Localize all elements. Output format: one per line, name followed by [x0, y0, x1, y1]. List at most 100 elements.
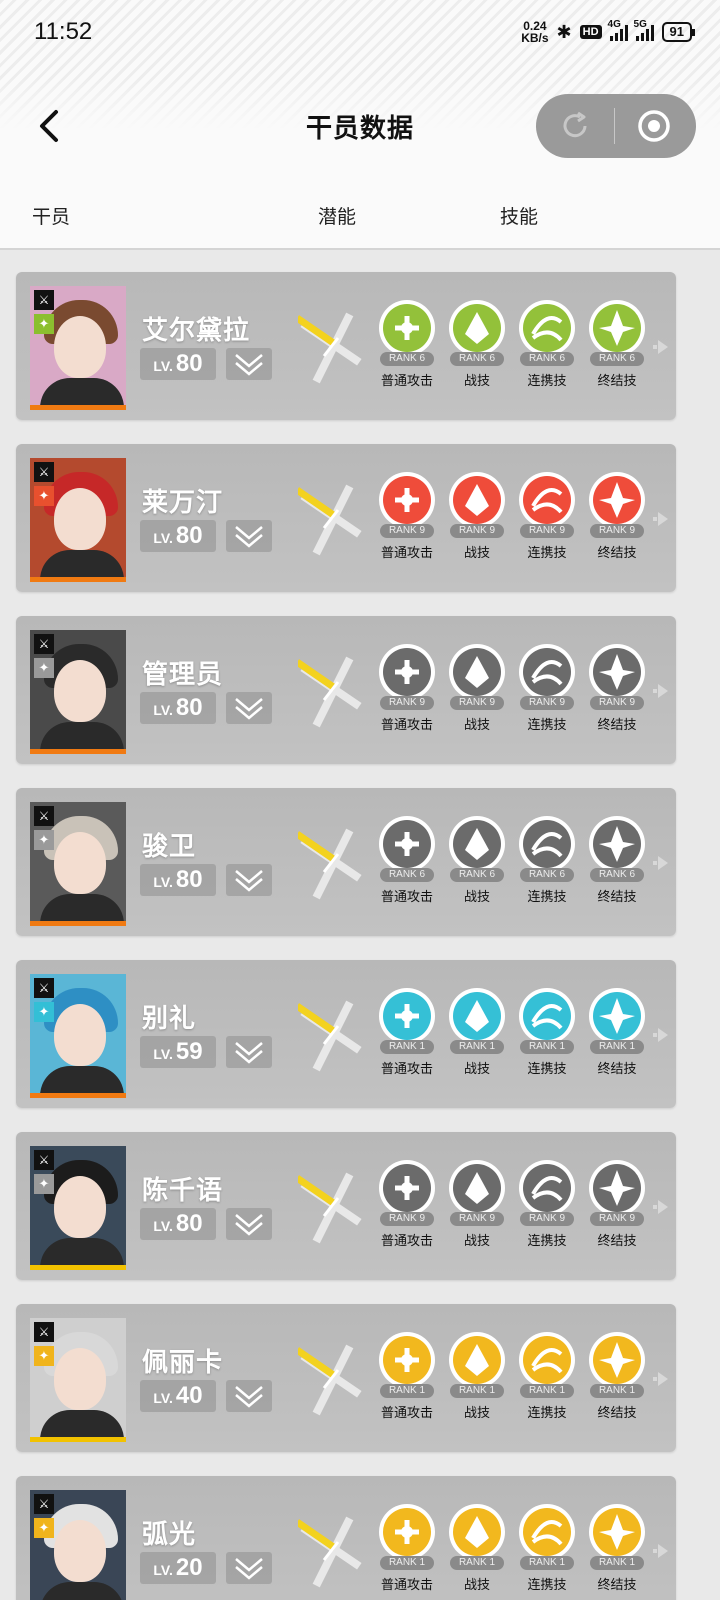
- hd-badge: HD: [579, 25, 602, 39]
- skill-rank: RANK 1: [520, 1556, 574, 1570]
- portrait-body: [40, 1582, 124, 1600]
- skill-badge: [519, 1160, 575, 1216]
- skill-name: 终结技: [597, 1233, 637, 1248]
- skill-rank: RANK 9: [380, 1212, 434, 1226]
- skill-item[interactable]: RANK 1 战技: [448, 1332, 506, 1421]
- expand-arrow-icon[interactable]: [652, 852, 674, 874]
- skill-name: 普通攻击: [380, 1061, 433, 1076]
- skill-name: 战技: [463, 717, 490, 732]
- skill-item[interactable]: RANK 6 普通攻击: [378, 300, 436, 389]
- skill-item[interactable]: RANK 6 终结技: [588, 300, 646, 389]
- refresh-button[interactable]: [536, 94, 614, 158]
- skill-item[interactable]: RANK 1 普通攻击: [378, 1504, 436, 1593]
- skill-icon: [523, 992, 571, 1040]
- skill-item[interactable]: RANK 9 连携技: [518, 472, 576, 561]
- skill-name: 战技: [463, 889, 490, 904]
- skill-rank: RANK 9: [590, 524, 644, 538]
- skill-item[interactable]: RANK 1 战技: [448, 1504, 506, 1593]
- skill-name: 终结技: [597, 1577, 637, 1592]
- skill-badge: [449, 816, 505, 872]
- physical-icon: ✦: [34, 1174, 54, 1194]
- skill-name: 连携技: [527, 1577, 567, 1592]
- skill-item[interactable]: RANK 9 终结技: [588, 644, 646, 733]
- operator-card[interactable]: ⚔ ✦ 佩丽卡 LV. 40 RANK 1 普通攻击 RANK 1 战技 RANK 1 连…: [16, 1304, 676, 1452]
- operator-name: 管理员: [142, 659, 224, 689]
- skill-item[interactable]: RANK 1 连携技: [518, 1504, 576, 1593]
- skill-list: RANK 1 普通攻击 RANK 1 战技 RANK 1 连携技 RANK 1 终结技: [378, 1504, 646, 1593]
- skill-badge: [589, 988, 645, 1044]
- skill-item[interactable]: RANK 6 战技: [448, 816, 506, 905]
- signal-icon: 4G: [608, 19, 628, 41]
- skill-item[interactable]: RANK 1 终结技: [588, 988, 646, 1077]
- skill-item[interactable]: RANK 9 普通攻击: [378, 472, 436, 561]
- skill-badge: [379, 644, 435, 700]
- skill-name: 普通攻击: [380, 717, 433, 732]
- skill-item[interactable]: RANK 6 普通攻击: [378, 816, 436, 905]
- portrait-face: [54, 660, 106, 722]
- portrait-face: [54, 1348, 106, 1410]
- skill-item[interactable]: RANK 1 战技: [448, 988, 506, 1077]
- skill-item[interactable]: RANK 9 战技: [448, 644, 506, 733]
- level-label: LV.: [153, 1218, 173, 1234]
- skill-icon: [453, 820, 501, 868]
- expand-arrow-icon[interactable]: [652, 1196, 674, 1218]
- skill-name: 战技: [463, 545, 490, 560]
- close-miniapp-button[interactable]: [615, 94, 693, 158]
- skill-rank: RANK 9: [520, 1212, 574, 1226]
- expand-arrow-icon[interactable]: [652, 1024, 674, 1046]
- skill-item[interactable]: RANK 9 战技: [448, 1160, 506, 1249]
- net-speed-unit: KB/s: [521, 31, 549, 45]
- operator-card[interactable]: ⚔ ✦ 陈千语 LV. 80 RANK 9 普通攻击 RANK 9 战技 RANK 9 连…: [16, 1132, 676, 1280]
- skill-rank: RANK 1: [380, 1040, 434, 1054]
- skill-item[interactable]: RANK 9 战技: [448, 472, 506, 561]
- skill-item[interactable]: RANK 1 终结技: [588, 1504, 646, 1593]
- vanguard-icon: ⚔: [34, 806, 54, 826]
- level-badge: LV. 80: [140, 864, 216, 896]
- operator-portrait: ⚔ ✦: [30, 1490, 126, 1600]
- skill-list: RANK 9 普通攻击 RANK 9 战技 RANK 9 连携技 RANK 9 终结技: [378, 1160, 646, 1249]
- skill-item[interactable]: RANK 9 连携技: [518, 644, 576, 733]
- operator-card[interactable]: ⚔ ✦ 别礼 LV. 59 RANK 1 普通攻击 RANK 1 战技 RANK 1 连携…: [16, 960, 676, 1108]
- operator-card[interactable]: ⚔ ✦ 管理员 LV. 80 RANK 9 普通攻击 RANK 9 战技 RANK 9 连…: [16, 616, 676, 764]
- skill-badge: [449, 300, 505, 356]
- skill-item[interactable]: RANK 9 连携技: [518, 1160, 576, 1249]
- skill-item[interactable]: RANK 9 普通攻击: [378, 1160, 436, 1249]
- skill-rank: RANK 1: [590, 1384, 644, 1398]
- level-label: LV.: [153, 702, 173, 718]
- skill-badge: [449, 1332, 505, 1388]
- skill-item[interactable]: RANK 1 连携技: [518, 1332, 576, 1421]
- skill-badge: [589, 472, 645, 528]
- level-value: 80: [175, 694, 203, 721]
- skill-item[interactable]: RANK 6 连携技: [518, 816, 576, 905]
- portrait-body: [40, 1410, 124, 1437]
- skill-item[interactable]: RANK 1 普通攻击: [378, 1332, 436, 1421]
- skill-item[interactable]: RANK 6 终结技: [588, 816, 646, 905]
- skill-item[interactable]: RANK 6 连携技: [518, 300, 576, 389]
- skill-item[interactable]: RANK 9 终结技: [588, 472, 646, 561]
- skill-name: 连携技: [527, 1233, 567, 1248]
- skill-name: 普通攻击: [380, 1577, 433, 1592]
- operator-card[interactable]: ⚔ ✦ 骏卫 LV. 80 RANK 6 普通攻击 RANK 6 战技 RANK 6 连携…: [16, 788, 676, 936]
- expand-arrow-icon[interactable]: [652, 336, 674, 358]
- skill-item[interactable]: RANK 9 普通攻击: [378, 644, 436, 733]
- skill-rank: RANK 1: [380, 1556, 434, 1570]
- operator-card[interactable]: ⚔ ✦ 莱万汀 LV. 80 RANK 9 普通攻击 RANK 9 战技 RANK 9 连…: [16, 444, 676, 592]
- expand-arrow-icon[interactable]: [652, 680, 674, 702]
- expand-arrow-icon[interactable]: [652, 1540, 674, 1562]
- status-icons: 0.24 KB/s ✱ HD 4G 5G 91: [521, 19, 696, 45]
- skill-item[interactable]: RANK 6 战技: [448, 300, 506, 389]
- operator-card[interactable]: ⚔ ✦ 艾尔黛拉 LV. 80 RANK 6 普通攻击 RANK 6 战技 RANK 6…: [16, 272, 676, 420]
- skill-item[interactable]: RANK 1 普通攻击: [378, 988, 436, 1077]
- skill-item[interactable]: RANK 1 连携技: [518, 988, 576, 1077]
- expand-arrow-icon[interactable]: [652, 1368, 674, 1390]
- operator-card[interactable]: ⚔ ✦ 弧光 LV. 20 RANK 1 普通攻击 RANK 1 战技 RANK 1 连携…: [16, 1476, 676, 1600]
- skill-icon: [523, 1164, 571, 1212]
- skill-item[interactable]: RANK 9 终结技: [588, 1160, 646, 1249]
- leaf-icon: ✦: [34, 314, 54, 334]
- skill-badge: [519, 1504, 575, 1560]
- promotion-badge: [226, 1036, 272, 1068]
- expand-arrow-icon[interactable]: [652, 508, 674, 530]
- level-value: 80: [175, 522, 203, 549]
- skill-item[interactable]: RANK 1 终结技: [588, 1332, 646, 1421]
- operator-portrait: ⚔ ✦: [30, 458, 126, 582]
